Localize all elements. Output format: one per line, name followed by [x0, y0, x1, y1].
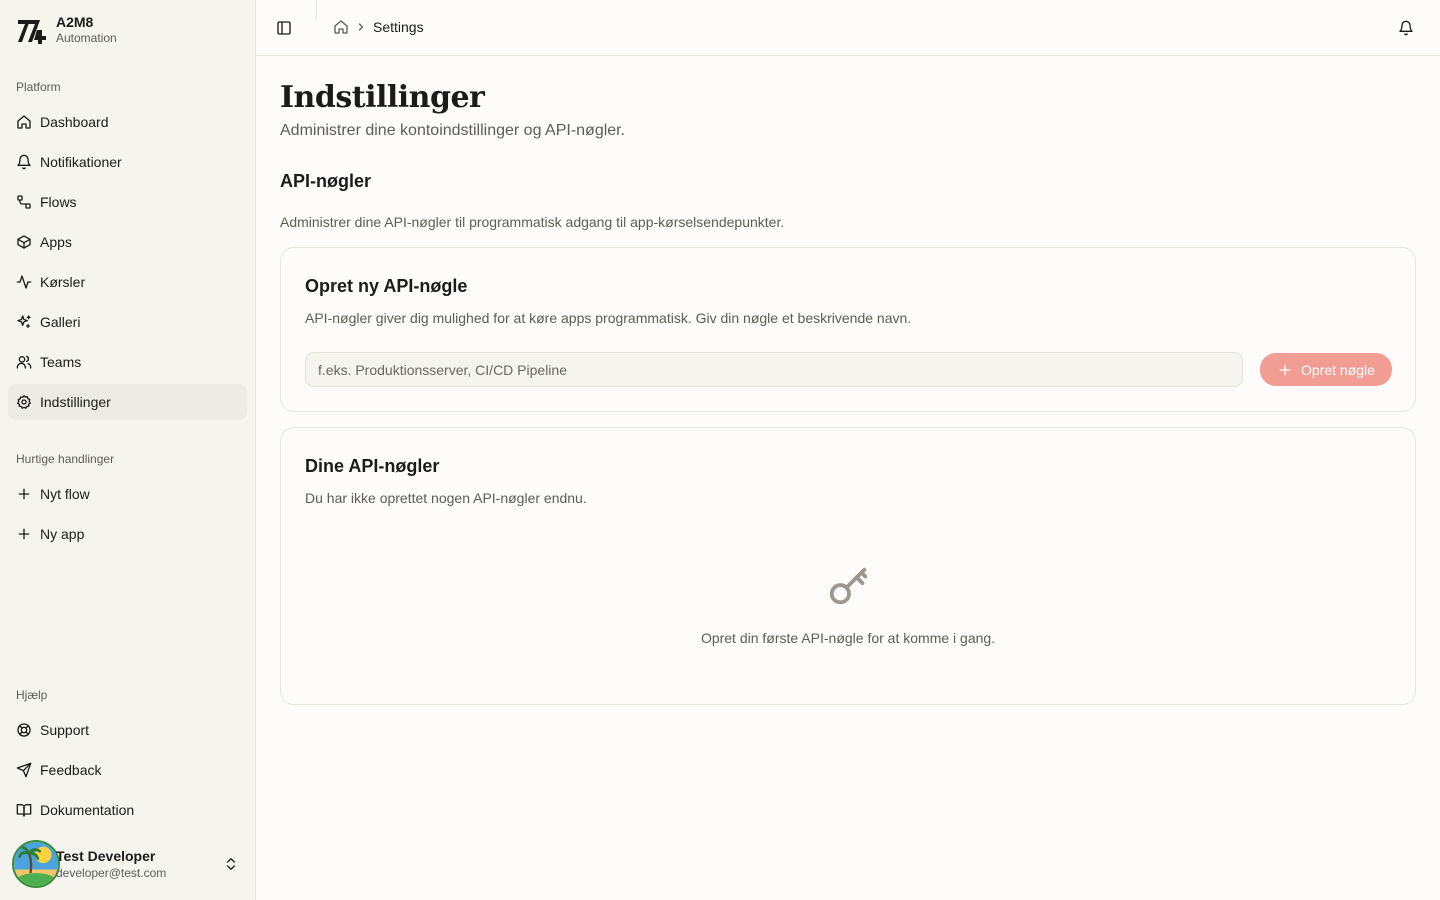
sidebar-item-label: Notifikationer [40, 154, 122, 170]
box-icon [17, 235, 31, 249]
sidebar-item-support[interactable]: Support [8, 712, 247, 748]
sidebar-item-ny-app[interactable]: Ny app [8, 516, 247, 552]
sidebar-item-label: Apps [40, 234, 72, 250]
sidebar: A2M8 Automation Platform Dashboard Notif… [0, 0, 256, 900]
sidebar-item-flows[interactable]: Flows [8, 184, 247, 220]
section-title: API-nøgler [280, 171, 372, 191]
sidebar-item-feedback[interactable]: Feedback [8, 752, 247, 788]
book-icon [16, 804, 32, 817]
brand-logo-icon [18, 20, 46, 44]
page-subtitle: Administrer dine kontoindstillinger og A… [280, 122, 626, 139]
plus-icon [1279, 364, 1291, 375]
sidebar-item-apps[interactable]: Apps [8, 224, 247, 260]
card-title: Opret ny API-nøgle [305, 276, 468, 296]
avatar [12, 840, 60, 888]
key-icon [829, 567, 868, 605]
header-divider [316, 0, 317, 20]
api-keys-card: Dine API-nøgler Du har ikke oprettet nog… [280, 427, 1416, 705]
sidebar-item-teams[interactable]: Teams [8, 344, 247, 380]
sidebar-toggle-icon[interactable] [276, 20, 292, 36]
page-title: Indstillinger [280, 80, 485, 115]
sparkles-icon [17, 315, 31, 328]
brand-subtitle: Automation [56, 31, 117, 45]
flow-icon [17, 195, 31, 209]
sidebar-item-label: Kørsler [40, 274, 86, 290]
quick-actions-section-label: Hurtige handlinger [16, 452, 115, 466]
home-icon[interactable] [333, 19, 349, 35]
sidebar-item-dokumentation[interactable]: Dokumentation [8, 792, 247, 828]
chevron-right-icon [358, 23, 364, 31]
sidebar-item-indstillinger[interactable]: Indstillinger [8, 384, 247, 420]
sidebar-item-korsler[interactable]: Kørsler [8, 264, 247, 300]
sidebar-item-dashboard[interactable]: Dashboard [8, 104, 247, 140]
sidebar-item-label: Nyt flow [40, 486, 90, 502]
top-header: Settings [256, 0, 1440, 56]
sidebar-item-label: Teams [40, 354, 82, 370]
sidebar-item-galleri[interactable]: Galleri [8, 304, 247, 340]
user-menu[interactable]: Test Developer developer@test.com [12, 840, 247, 888]
users-icon [16, 355, 32, 369]
platform-section-label: Platform [16, 80, 61, 94]
send-icon [16, 762, 32, 778]
home-icon [17, 115, 31, 129]
user-name: Test Developer [56, 847, 156, 864]
sidebar-item-label: Support [40, 722, 90, 738]
section-description: Administrer dine API-nøgler til programm… [280, 214, 785, 230]
create-key-button-label: Opret nøgle [1301, 361, 1375, 378]
sidebar-item-label: Flows [40, 194, 77, 210]
card-description: Du har ikke oprettet nogen API-nøgler en… [305, 490, 587, 506]
plus-icon [18, 528, 30, 540]
gear-icon [17, 395, 31, 409]
sidebar-item-label: Indstillinger [40, 394, 111, 410]
bell-icon [17, 154, 31, 170]
plus-icon [18, 488, 30, 500]
create-key-button[interactable]: Opret nøgle [1260, 353, 1392, 386]
sidebar-item-label: Dashboard [40, 114, 109, 130]
brand-name: A2M8 [56, 14, 94, 30]
sidebar-item-label: Feedback [40, 762, 102, 778]
user-email: developer@test.com [56, 865, 167, 880]
breadcrumb: Settings [333, 19, 424, 35]
bell-icon[interactable] [1398, 20, 1414, 36]
empty-state-text: Opret din første API-nøgle for at komme … [700, 630, 996, 646]
brand[interactable]: A2M8 Automation [16, 14, 117, 46]
breadcrumb-current: Settings [373, 19, 424, 35]
create-key-card: Opret ny API-nøgle API-nøgler giver dig … [280, 247, 1416, 412]
card-title: Dine API-nøgler [305, 456, 440, 476]
sidebar-item-label: Ny app [40, 526, 85, 542]
activity-icon [16, 275, 32, 289]
sidebar-item-notifikationer[interactable]: Notifikationer [8, 144, 247, 180]
chevrons-up-down-icon[interactable] [223, 856, 239, 872]
key-name-input[interactable] [305, 352, 1243, 387]
sidebar-item-nyt-flow[interactable]: Nyt flow [8, 476, 247, 512]
card-description: API-nøgler giver dig mulighed for at kør… [305, 310, 912, 326]
lifebuoy-icon [17, 723, 31, 737]
sidebar-item-label: Dokumentation [40, 802, 135, 818]
help-section-label: Hjælp [16, 688, 48, 702]
sidebar-item-label: Galleri [40, 314, 81, 330]
